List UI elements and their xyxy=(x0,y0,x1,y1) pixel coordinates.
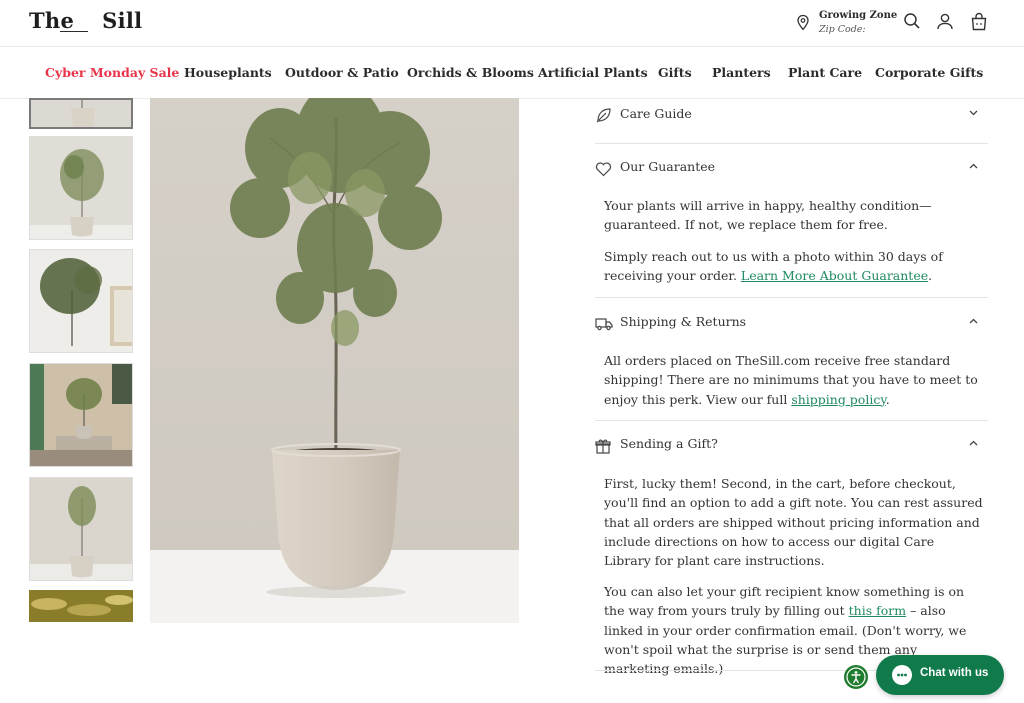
accordion-header[interactable]: Our Guarantee xyxy=(595,159,988,179)
logo-text-left: The xyxy=(29,8,75,33)
gift-text: First, lucky them! Second, in the cart, … xyxy=(604,476,983,569)
nav-item-orchids-blooms[interactable]: Orchids & Blooms xyxy=(407,65,534,80)
accessibility-icon xyxy=(846,667,866,687)
chevron-up-icon[interactable] xyxy=(969,440,978,446)
nav-item-outdoor-patio[interactable]: Outdoor & Patio xyxy=(285,65,399,80)
product-thumbnail[interactable] xyxy=(29,136,133,240)
location-pin-icon xyxy=(797,14,809,31)
growing-zone-title: Growing Zone xyxy=(819,10,898,21)
truck-icon xyxy=(595,318,613,331)
heart-icon xyxy=(595,162,612,177)
accordion-title: Shipping & Returns xyxy=(620,314,747,329)
chevron-up-icon[interactable] xyxy=(969,163,978,169)
guarantee-text: Your plants will arrive in happy, health… xyxy=(604,198,932,233)
divider xyxy=(595,420,988,421)
accordion-title: Care Guide xyxy=(620,106,692,121)
chevron-down-icon[interactable] xyxy=(969,110,978,116)
shipping-policy-link[interactable]: shipping policy xyxy=(791,392,885,407)
zip-code-label: Zip Code: xyxy=(819,24,866,35)
account-icon[interactable] xyxy=(936,12,954,30)
chat-icon xyxy=(892,665,912,685)
accordion-title: Our Guarantee xyxy=(620,159,716,174)
nav-item-cyber-monday-sale[interactable]: Cyber Monday Sale xyxy=(45,65,179,80)
product-thumbnail[interactable] xyxy=(29,363,133,467)
accordion-header[interactable]: Sending a Gift? xyxy=(595,436,988,456)
product-main-image[interactable] xyxy=(150,98,519,623)
nav-item-houseplants[interactable]: Houseplants xyxy=(184,65,272,80)
site-header: The Sill Growing Zone Zip Code: xyxy=(0,0,1024,47)
nav-item-planters[interactable]: Planters xyxy=(712,65,771,80)
nav-item-gifts[interactable]: Gifts xyxy=(658,65,692,80)
search-icon[interactable] xyxy=(903,12,921,30)
chat-label: Chat with us xyxy=(920,667,989,679)
guarantee-text-2: Simply reach out to us with a photo with… xyxy=(604,247,984,286)
divider xyxy=(595,143,988,144)
product-thumbnail[interactable] xyxy=(29,98,133,129)
gift-form-link[interactable]: this form xyxy=(849,603,906,618)
shipping-text: All orders placed on TheSill.com receive… xyxy=(604,351,984,409)
accessibility-button[interactable] xyxy=(844,665,868,689)
logo[interactable]: The Sill xyxy=(29,8,142,33)
nav-item-corporate-gifts[interactable]: Corporate Gifts xyxy=(875,65,983,80)
product-thumbnail[interactable] xyxy=(29,477,133,581)
product-thumbnail[interactable] xyxy=(29,249,133,353)
accordion-title: Sending a Gift? xyxy=(620,436,718,451)
logo-text-right: Sill xyxy=(102,8,143,33)
chevron-up-icon[interactable] xyxy=(969,318,978,324)
divider xyxy=(595,297,988,298)
accordion-header[interactable]: Care Guide xyxy=(595,106,988,126)
guarantee-text-2-end: . xyxy=(928,268,933,284)
main-nav: Cyber Monday Sale Houseplants Outdoor & … xyxy=(0,47,1024,99)
logo-underline xyxy=(60,31,88,32)
gift-icon xyxy=(595,439,611,454)
product-thumbnail[interactable] xyxy=(29,590,133,622)
cart-icon[interactable] xyxy=(970,12,988,31)
leaf-icon xyxy=(596,108,611,123)
accordion-header[interactable]: Shipping & Returns xyxy=(595,314,988,334)
shipping-text-end: . xyxy=(885,391,890,407)
chat-button[interactable]: Chat with us xyxy=(876,655,1004,695)
nav-item-artificial-plants[interactable]: Artificial Plants xyxy=(538,65,648,80)
nav-item-plant-care[interactable]: Plant Care xyxy=(788,65,862,80)
learn-more-guarantee-link[interactable]: Learn More About Guarantee xyxy=(741,268,928,283)
